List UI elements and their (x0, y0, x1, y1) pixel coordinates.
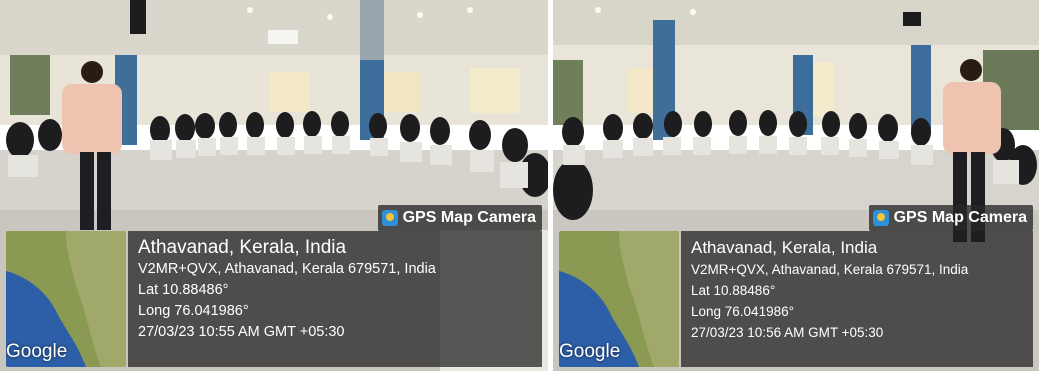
location-info-panel: Athavanad, Kerala, India V2MR+QVX, Athav… (681, 231, 1033, 367)
google-map-label: Google (6, 341, 68, 362)
timestamp: 27/03/23 10:55 AM GMT +05:30 (138, 324, 345, 340)
photo-right: GPS Map Camera Google Athavanad, Kerala,… (553, 0, 1039, 371)
map-thumbnail: Google (559, 231, 679, 367)
latitude: Lat 10.88486° (138, 282, 229, 298)
map-thumbnail: Google (6, 231, 126, 367)
place-name: Athavanad, Kerala, India (138, 237, 347, 258)
address-line: V2MR+QVX, Athavanad, Kerala 679571, Indi… (138, 261, 436, 277)
longitude: Long 76.041986° (691, 304, 794, 319)
gps-camera-icon (872, 210, 889, 226)
badge-label: GPS Map Camera (402, 209, 536, 226)
location-info-panel: Athavanad, Kerala, India V2MR+QVX, Athav… (128, 231, 542, 367)
google-map-label: Google (559, 341, 621, 362)
address-line: V2MR+QVX, Athavanad, Kerala 679571, Indi… (691, 262, 969, 277)
latitude: Lat 10.88486° (691, 283, 776, 298)
gps-map-camera-badge: GPS Map Camera (377, 205, 542, 231)
photo-left: GPS Map Camera Google Athavanad, Kerala,… (0, 0, 548, 371)
gps-camera-icon (381, 210, 398, 226)
place-name: Athavanad, Kerala, India (691, 238, 878, 257)
gps-map-camera-badge: GPS Map Camera (868, 205, 1033, 231)
longitude: Long 76.041986° (138, 303, 249, 319)
timestamp: 27/03/23 10:56 AM GMT +05:30 (691, 325, 884, 340)
badge-label: GPS Map Camera (893, 209, 1027, 226)
